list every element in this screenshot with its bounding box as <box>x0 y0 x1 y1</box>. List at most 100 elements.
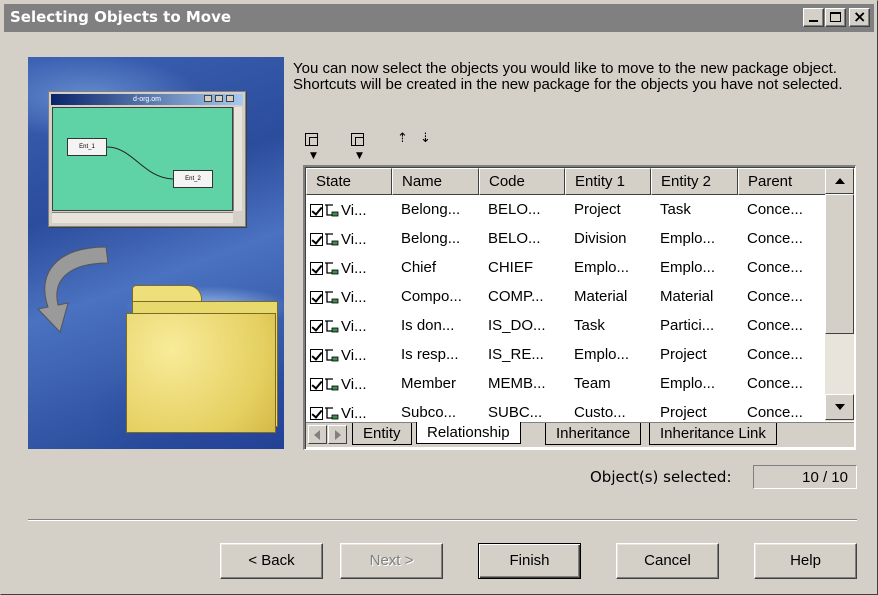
minimize-button[interactable] <box>803 8 824 27</box>
column-header-entity-2[interactable]: Entity 2 <box>651 168 738 195</box>
grid-vertical-scrollbar[interactable] <box>825 168 854 421</box>
scroll-thumb[interactable] <box>825 194 854 334</box>
cell-name-text: Belong... <box>401 201 461 218</box>
cell-state: Vi... <box>306 195 392 224</box>
cell-state-text: Vi... <box>341 376 367 393</box>
tab-inheritance[interactable]: Inheritance <box>545 423 642 445</box>
cell-entity-2-text: Project <box>660 346 707 363</box>
column-header-state[interactable]: State <box>306 168 392 195</box>
sort-descending-button[interactable]: ⇣ <box>420 131 431 151</box>
cell-entity-1: Material <box>565 282 651 311</box>
scroll-down-button[interactable] <box>825 394 854 420</box>
next-button[interactable]: Next > <box>340 543 443 579</box>
window-title: Selecting Objects to Move <box>10 8 232 26</box>
close-button[interactable]: × <box>849 7 870 27</box>
cell-entity-2-text: Emplo... <box>660 259 716 276</box>
tab-inheritance-link[interactable]: Inheritance Link <box>649 423 777 445</box>
chevron-down-icon[interactable]: ▼ <box>356 151 363 161</box>
cancel-button[interactable]: Cancel <box>616 543 719 579</box>
relationship-icon <box>325 349 339 362</box>
deselect-all-tool[interactable]: ▼ <box>351 131 364 161</box>
cell-name-text: Chief <box>401 259 437 276</box>
row-checkbox[interactable] <box>310 262 323 275</box>
cell-entity-1: Emplo... <box>565 253 651 282</box>
column-header-name[interactable]: Name <box>392 168 479 195</box>
column-header-entity-1[interactable]: Entity 1 <box>565 168 651 195</box>
cell-name-text: Member <box>401 375 457 392</box>
cell-code-text: MEMB... <box>488 375 546 392</box>
cell-entity-1-text: Team <box>574 375 611 392</box>
finish-button-label: Finish <box>509 552 550 569</box>
relationship-icon <box>325 378 339 391</box>
row-checkbox[interactable] <box>310 407 323 420</box>
minimize-icon <box>809 20 818 22</box>
cell-entity-2: Project <box>651 340 738 369</box>
table-row[interactable]: Vi... Belong... BELO... Project Task Conce... <box>306 195 826 224</box>
objects-selected-count: 10 / 10 <box>753 465 857 489</box>
table-row[interactable]: Vi... Compo... COMP... Material Material Conc… <box>306 282 826 311</box>
maximize-icon <box>830 12 841 22</box>
table-row[interactable]: Vi... Chief CHIEF Emplo... Emplo... Conce... <box>306 253 826 282</box>
chevron-left-icon <box>314 430 320 440</box>
tab-entity[interactable]: Entity <box>352 423 412 445</box>
cell-entity-2-text: Partici... <box>660 317 715 334</box>
cell-name: Is resp... <box>392 340 479 369</box>
row-checkbox[interactable] <box>310 349 323 362</box>
cell-code-text: CHIEF <box>488 259 533 276</box>
row-checkbox[interactable] <box>310 320 323 333</box>
cell-parent: Conce... <box>738 253 826 282</box>
table-row[interactable]: Vi... Is don... IS_DO... Task Partici... Conc… <box>306 311 826 340</box>
deselect-all-icon <box>351 133 364 146</box>
cell-code-text: BELO... <box>488 230 541 247</box>
tab-scroll-right-button[interactable] <box>328 425 347 444</box>
title-bar[interactable]: Selecting Objects to Move × <box>4 4 874 32</box>
column-header-code[interactable]: Code <box>479 168 565 195</box>
cell-name: Is don... <box>392 311 479 340</box>
help-button[interactable]: Help <box>754 543 857 579</box>
cell-state-text: Vi... <box>341 289 367 306</box>
tab-relationship[interactable]: Relationship <box>416 422 521 444</box>
cell-code: IS_RE... <box>479 340 565 369</box>
cell-entity-2-text: Material <box>660 288 714 305</box>
mini-horizontal-scrollbar <box>52 212 233 223</box>
cell-parent-text: Conce... <box>747 201 803 218</box>
cell-entity-2-text: Emplo... <box>660 230 716 247</box>
sort-ascending-button[interactable]: ⇡ <box>397 131 408 151</box>
cell-parent-text: Conce... <box>747 317 803 334</box>
table-row[interactable]: Vi... Is resp... IS_RE... Emplo... Project Co… <box>306 340 826 369</box>
curved-arrow-icon <box>37 246 109 333</box>
row-checkbox[interactable] <box>310 291 323 304</box>
cell-name-text: Is don... <box>401 317 455 334</box>
select-all-icon <box>305 133 318 146</box>
relationship-icon <box>325 233 339 246</box>
cell-name-text: Belong... <box>401 230 461 247</box>
column-header-parent[interactable]: Parent <box>738 168 826 195</box>
back-button[interactable]: < Back <box>220 543 323 579</box>
select-all-tool[interactable]: ▼ <box>305 131 318 161</box>
row-checkbox[interactable] <box>310 378 323 391</box>
maximize-button[interactable] <box>825 8 846 27</box>
cell-state: Vi... <box>306 340 392 369</box>
finish-button[interactable]: Finish <box>478 543 581 579</box>
cell-name-text: Compo... <box>401 288 462 305</box>
table-row[interactable]: Vi... Member MEMB... Team Emplo... Conce... <box>306 369 826 398</box>
cell-entity-1-text: Task <box>574 317 605 334</box>
objects-grid[interactable]: State Name Code Entity 1 Entity 2 Parent… <box>303 165 856 450</box>
cell-parent-text: Conce... <box>747 259 803 276</box>
cell-name-text: Subco... <box>401 404 457 421</box>
cell-entity-1-text: Custo... <box>574 404 626 421</box>
row-checkbox[interactable] <box>310 233 323 246</box>
cell-entity-2: Partici... <box>651 311 738 340</box>
tab-scroll-left-button[interactable] <box>308 425 327 444</box>
button-separator <box>28 519 857 521</box>
chevron-down-icon[interactable]: ▼ <box>310 151 317 161</box>
table-row[interactable]: Vi... Belong... BELO... Division Emplo... Con… <box>306 224 826 253</box>
cell-state: Vi... <box>306 311 392 340</box>
scroll-up-button[interactable] <box>825 168 854 194</box>
mini-diagram-canvas: Ent_1 Ent_2 <box>52 107 233 211</box>
cell-state-text: Vi... <box>341 318 367 335</box>
cell-code: BELO... <box>479 195 565 224</box>
cell-entity-1: Team <box>565 369 651 398</box>
mini-minimize-icon <box>204 95 212 102</box>
row-checkbox[interactable] <box>310 204 323 217</box>
